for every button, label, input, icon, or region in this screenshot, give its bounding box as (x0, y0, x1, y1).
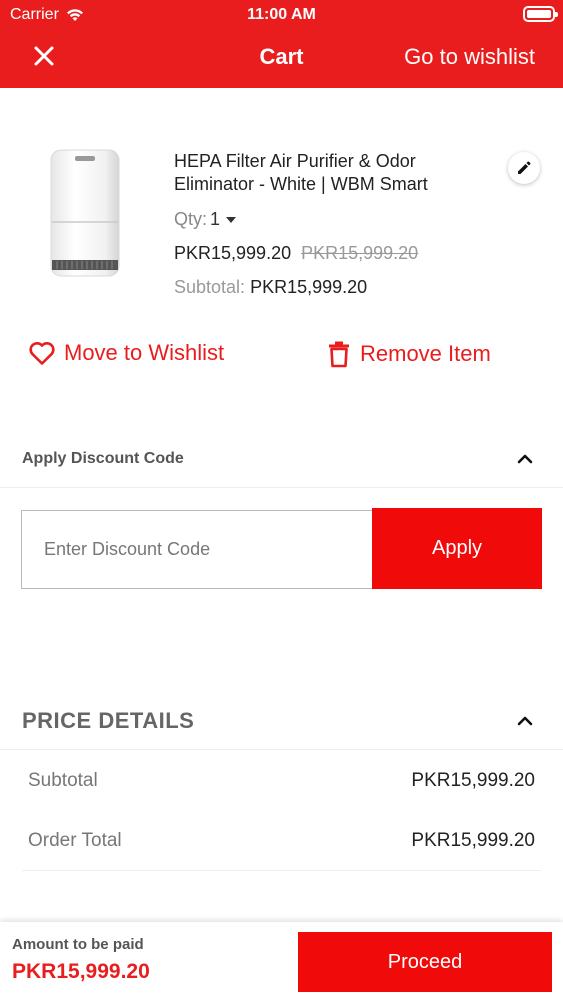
amount-to-pay-value: PKR15,999.20 (12, 960, 150, 983)
quantity-selector[interactable]: Qty: 1 (174, 209, 237, 230)
remove-item-button[interactable]: Remove Item (326, 340, 491, 368)
apply-discount-button[interactable]: Apply (372, 508, 542, 589)
product-image[interactable] (45, 146, 125, 281)
chevron-up-icon[interactable] (515, 714, 535, 728)
move-to-wishlist-button[interactable]: Move to Wishlist (28, 340, 224, 366)
chevron-up-icon[interactable] (515, 452, 535, 466)
discount-title: Apply Discount Code (22, 450, 184, 467)
status-time: 11:00 AM (247, 6, 316, 23)
qty-value: 1 (210, 209, 221, 229)
price-row: PKR15,999.20 PKR15,999.20 (174, 243, 418, 264)
current-price: PKR15,999.20 (174, 243, 292, 263)
discount-section-header[interactable]: Apply Discount Code (0, 430, 563, 488)
price-details-title: PRICE DETAILS (22, 708, 195, 733)
item-subtotal: Subtotal: PKR15,999.20 (174, 277, 367, 298)
edit-item-button[interactable] (508, 152, 540, 184)
order-total-label: Order Total (28, 830, 122, 851)
subtotal-row: Subtotal PKR15,999.20 (28, 770, 535, 792)
order-total-row: Order Total PKR15,999.20 (28, 830, 535, 852)
heart-icon (29, 342, 55, 365)
divider (22, 870, 541, 871)
price-details-header[interactable]: PRICE DETAILS (0, 690, 563, 750)
caret-down-icon (226, 216, 237, 223)
amount-to-pay-label: Amount to be paid (12, 936, 144, 953)
item-subtotal-value: PKR15,999.20 (250, 277, 368, 297)
discount-code-input[interactable] (21, 510, 373, 589)
subtotal-value: PKR15,999.20 (411, 770, 535, 791)
proceed-button[interactable]: Proceed (298, 932, 552, 992)
qty-label: Qty: (174, 209, 208, 229)
order-total-value: PKR15,999.20 (411, 830, 535, 851)
battery-icon (523, 6, 558, 22)
move-to-wishlist-label: Move to Wishlist (64, 340, 225, 365)
status-bar: Carrier 11:00 AM (0, 0, 563, 30)
original-price: PKR15,999.20 (301, 243, 419, 263)
remove-item-label: Remove Item (360, 341, 491, 366)
pencil-icon (518, 161, 531, 174)
item-subtotal-label: Subtotal: (174, 277, 246, 297)
subtotal-label: Subtotal (28, 770, 98, 791)
app-header: Carrier 11:00 AM Cart Go to wishlist (0, 0, 563, 88)
checkout-footer: Amount to be paid PKR15,999.20 Proceed (0, 922, 563, 1000)
cart-item: HEPA Filter Air Purifier & Odor Eliminat… (0, 88, 563, 408)
go-to-wishlist-link[interactable]: Go to wishlist (404, 44, 535, 70)
product-name[interactable]: HEPA Filter Air Purifier & Odor Eliminat… (174, 150, 494, 196)
trash-icon (329, 341, 349, 368)
